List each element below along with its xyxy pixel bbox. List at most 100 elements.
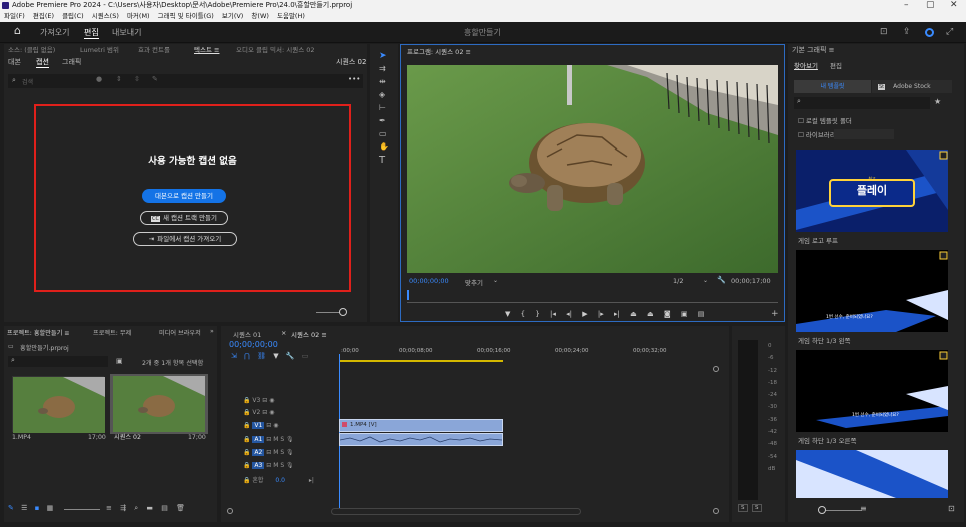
- sync-icon[interactable]: ⊟: [266, 436, 271, 443]
- icon-view-icon[interactable]: ▪: [35, 504, 40, 512]
- captions-toggle-icon[interactable]: ▭: [302, 352, 309, 360]
- tab-project-untitled[interactable]: 프로젝트: 무제: [93, 328, 131, 337]
- timeline-ruler[interactable]: :00;00 00;00;08;00 00;00;16;00 00;00;24;…: [339, 346, 715, 360]
- program-tab[interactable]: 프로그램: 시퀀스 02 ≡: [407, 46, 471, 56]
- template-card-next[interactable]: [796, 450, 948, 498]
- razor-icon[interactable]: ◈: [379, 90, 385, 99]
- menu-clip[interactable]: 클립(C): [62, 12, 84, 20]
- progress-icon[interactable]: [925, 28, 934, 37]
- mark-in-icon[interactable]: {: [521, 310, 525, 318]
- menu-file[interactable]: 파일(F): [4, 12, 25, 20]
- new-item-icon[interactable]: ▤: [161, 504, 168, 512]
- tab-close-icon[interactable]: ×: [281, 329, 286, 337]
- mic-icon[interactable]: 🎙: [286, 462, 294, 469]
- project-search-input[interactable]: ⌕: [8, 356, 108, 367]
- sync-icon[interactable]: ⊟: [266, 462, 271, 469]
- menu-sequence[interactable]: 시퀀스(S): [92, 12, 119, 20]
- libraries-checkbox[interactable]: ☐ 라이브러리: [798, 129, 836, 139]
- menu-window[interactable]: 창(W): [251, 12, 268, 20]
- vertical-zoom-handle[interactable]: [713, 366, 719, 372]
- automate-icon[interactable]: ⇶: [120, 504, 126, 512]
- ripple-edit-icon[interactable]: ⇹: [379, 77, 386, 86]
- subtab-transcript[interactable]: 대본: [8, 57, 21, 67]
- menu-edit[interactable]: 편집(E): [33, 12, 54, 20]
- filter-icon[interactable]: ●: [96, 75, 102, 83]
- caption-search-input[interactable]: 검색: [22, 77, 33, 86]
- track-v2-label[interactable]: V2: [252, 409, 260, 416]
- template-card-lower-third-left[interactable]: 1번 선수, 준비되었나요?: [796, 250, 948, 332]
- step-forward-icon[interactable]: |▸: [598, 310, 604, 318]
- mute-icon[interactable]: M: [273, 462, 278, 469]
- program-playhead[interactable]: [407, 290, 409, 300]
- list-view-icon[interactable]: ☰: [21, 504, 27, 512]
- merge-icon[interactable]: ⇳: [134, 75, 140, 83]
- quality-chevron-icon[interactable]: ⌄: [703, 277, 708, 284]
- new-layer-icon[interactable]: ⊡: [948, 504, 955, 513]
- write-icon[interactable]: ✎: [8, 504, 14, 512]
- adobe-stock-button[interactable]: St Adobe Stock: [872, 80, 952, 93]
- favorites-star-icon[interactable]: ★: [934, 97, 941, 106]
- tab-lumetri[interactable]: Lumetri 범위: [80, 44, 119, 54]
- go-to-out-icon[interactable]: ▸|: [614, 310, 620, 318]
- eye-icon[interactable]: ◉: [269, 397, 274, 404]
- local-templates-checkbox[interactable]: ☐ 로컬 템플릿 폴더: [798, 115, 852, 125]
- mute-icon[interactable]: M: [273, 436, 278, 443]
- program-scrubber[interactable]: [407, 295, 778, 303]
- tab-sequence-02[interactable]: 시퀀스 02 ≡: [291, 329, 327, 339]
- solo-left-button[interactable]: S: [738, 504, 748, 512]
- sync-icon[interactable]: ⊟: [262, 397, 267, 404]
- menu-view[interactable]: 보기(V): [222, 12, 243, 20]
- sort-list-icon[interactable]: ≡: [106, 504, 112, 512]
- lock-icon[interactable]: 🔒: [243, 409, 250, 416]
- mix-value[interactable]: 0.0: [275, 477, 285, 484]
- video-clip-v1[interactable]: 1.MP4 [V]: [339, 419, 503, 432]
- menu-graphics[interactable]: 그래픽 및 타이틀(G): [158, 12, 214, 20]
- tab-sequence-01[interactable]: 시퀀스 01: [233, 329, 261, 339]
- settings-wrench-icon[interactable]: 🔧: [286, 352, 295, 360]
- timeline-timecode[interactable]: 00;00;00;00: [229, 340, 278, 349]
- more-tabs-icon[interactable]: »: [210, 328, 214, 335]
- menu-help[interactable]: 도움말(H): [277, 12, 305, 20]
- tab-effect-controls[interactable]: 효과 컨트롤: [138, 44, 170, 54]
- workspaces-icon[interactable]: ⊡: [880, 27, 888, 37]
- mic-icon[interactable]: 🎙: [286, 436, 294, 443]
- essential-graphics-title[interactable]: 기본 그래픽 ≡: [792, 45, 835, 55]
- project-zoom-slider[interactable]: [64, 509, 100, 510]
- compare-icon[interactable]: ▤: [698, 310, 705, 318]
- thumbnail-size-handle[interactable]: [818, 506, 826, 514]
- zoom-slider-handle[interactable]: [339, 308, 347, 316]
- work-area-bar[interactable]: [339, 360, 503, 362]
- tab-export[interactable]: 내보내기: [112, 27, 141, 38]
- step-back-icon[interactable]: ◂|: [566, 310, 572, 318]
- tab-edit[interactable]: 편집: [84, 27, 99, 39]
- track-a2-label[interactable]: A2: [252, 449, 265, 456]
- solo-icon[interactable]: S: [280, 449, 284, 456]
- linked-icon[interactable]: ⛓: [257, 352, 266, 360]
- slip-icon[interactable]: ⊢: [379, 103, 386, 112]
- sync-icon[interactable]: ⊟: [266, 449, 271, 456]
- split-icon[interactable]: ⇕: [116, 75, 122, 83]
- lock-icon[interactable]: 🔒: [243, 449, 250, 456]
- program-timecode[interactable]: 00;00;00;00: [409, 277, 449, 285]
- wrench-icon[interactable]: 🔧: [717, 276, 726, 284]
- play-icon[interactable]: ▶: [582, 310, 587, 318]
- fullscreen-icon[interactable]: ⤢: [946, 27, 953, 37]
- add-button-icon[interactable]: +: [771, 309, 779, 319]
- audio-clip-a1[interactable]: [339, 433, 503, 446]
- quality-dropdown[interactable]: 1/2: [673, 277, 683, 285]
- solo-icon[interactable]: S: [280, 436, 284, 443]
- media-thumb-2[interactable]: [110, 374, 208, 434]
- lift-icon[interactable]: ⏏: [630, 310, 637, 318]
- solo-icon[interactable]: S: [280, 462, 284, 469]
- hand-tool-icon[interactable]: ✋: [379, 142, 389, 151]
- new-caption-track-button[interactable]: CC 새 캡션 트랙 만들기: [140, 211, 228, 225]
- new-bin-icon[interactable]: ▣: [116, 357, 123, 365]
- pen-tool-icon[interactable]: ✒: [379, 116, 386, 125]
- library-dropdown[interactable]: [834, 129, 894, 139]
- tab-browse[interactable]: 찾아보기: [794, 60, 818, 70]
- lock-icon[interactable]: 🔒: [243, 422, 250, 429]
- scrollbar-left-handle[interactable]: [227, 508, 233, 514]
- type-tool-icon[interactable]: T: [379, 155, 385, 166]
- tab-project[interactable]: 프로젝트: 흥할만들기 ≡: [7, 328, 69, 337]
- template-card-lower-third-right[interactable]: 1번 선수, 준비되었나요?: [796, 350, 948, 432]
